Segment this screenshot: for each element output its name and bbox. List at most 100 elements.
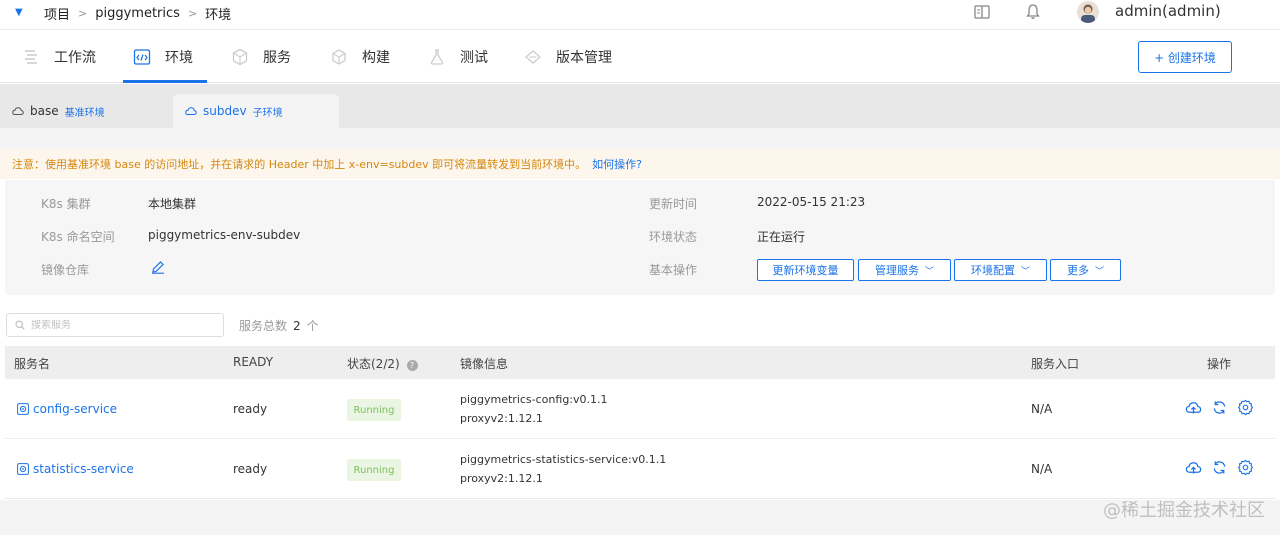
traffic-notice: 注意：使用基准环境 base 的访问地址，并在请求的 Header 中加上 x-… bbox=[0, 149, 1280, 179]
service-gear-icon bbox=[17, 463, 29, 475]
tab-service[interactable]: 服务 bbox=[231, 31, 291, 83]
avatar[interactable] bbox=[1077, 1, 1099, 23]
col-service-name: 服务名 bbox=[14, 357, 51, 371]
user-name[interactable]: admin(admin) bbox=[1115, 2, 1221, 20]
collapse-caret-icon[interactable]: ▼ bbox=[15, 7, 23, 18]
service-link-statistics[interactable]: statistics-service bbox=[17, 462, 134, 476]
cluster-value: 本地集群 bbox=[148, 197, 197, 211]
registry-label: 镜像仓库 bbox=[41, 263, 90, 277]
more-button[interactable]: 更多 ﹀ bbox=[1050, 259, 1121, 281]
tab-label: 工作流 bbox=[54, 50, 96, 66]
env-tab-tag: 基准环境 bbox=[64, 107, 105, 119]
op-label: 环境配置 bbox=[970, 264, 1015, 277]
status-value: 正在运行 bbox=[757, 230, 806, 244]
cluster-label: K8s 集群 bbox=[41, 197, 91, 211]
watermark: @稀土掘金技术社区 bbox=[1103, 500, 1265, 521]
service-table-header: 服务名 READY 状态(2/2) ? 镜像信息 服务入口 操作 bbox=[5, 346, 1275, 379]
cloud-icon bbox=[12, 107, 24, 115]
service-entry: N/A bbox=[1031, 462, 1053, 476]
env-config-button[interactable]: 环境配置 ﹀ bbox=[954, 259, 1047, 281]
image-line: piggymetrics-statistics-service:v0.1.1 bbox=[460, 453, 667, 466]
table-row: statistics-service ready Running piggyme… bbox=[5, 440, 1275, 499]
namespace-value: piggymetrics-env-subdev bbox=[148, 228, 301, 242]
row-actions bbox=[1185, 399, 1254, 416]
env-tab-name: subdev bbox=[203, 104, 247, 118]
service-search bbox=[6, 313, 224, 337]
manage-services-button[interactable]: 管理服务 ﹀ bbox=[858, 259, 951, 281]
ready-value: ready bbox=[233, 462, 268, 476]
help-icon[interactable]: ? bbox=[406, 360, 418, 371]
status-badge: Running bbox=[347, 459, 401, 481]
col-service-entry: 服务入口 bbox=[1031, 357, 1080, 371]
breadcrumb-separator: > bbox=[78, 7, 88, 20]
tab-label: 版本管理 bbox=[556, 50, 612, 66]
docs-book-icon[interactable] bbox=[973, 3, 991, 21]
cloud-upload-icon[interactable] bbox=[1185, 399, 1202, 416]
updated-label: 更新时间 bbox=[649, 197, 698, 211]
tab-build[interactable]: 构建 bbox=[330, 31, 390, 83]
tab-test[interactable]: 测试 bbox=[428, 31, 488, 83]
status-badge: Running bbox=[347, 399, 401, 421]
env-tab-name: base bbox=[30, 104, 59, 118]
updated-value: 2022-05-15 21:23 bbox=[757, 195, 866, 209]
env-tab-strip: base 基准环境 subdev 子环境 bbox=[0, 84, 1280, 128]
col-status-label: 状态(2/2) bbox=[347, 357, 400, 371]
op-label: 更多 bbox=[1066, 264, 1089, 277]
main-nav: 工作流 环境 服务 构建 测试 版本管理 + 创建环境 bbox=[0, 31, 1280, 83]
tab-workflow[interactable]: 工作流 bbox=[22, 31, 96, 83]
env-info-panel: K8s 集群 本地集群 K8s 命名空间 piggymetrics-env-su… bbox=[5, 180, 1275, 295]
image-info: piggymetrics-statistics-service:v0.1.1 p… bbox=[460, 450, 666, 488]
settings-gear-icon[interactable] bbox=[1237, 459, 1254, 476]
tab-label: 测试 bbox=[460, 50, 488, 66]
col-ready: READY bbox=[233, 355, 274, 369]
tab-label: 构建 bbox=[362, 50, 390, 66]
env-tab-panel-top bbox=[0, 128, 1280, 149]
service-icon bbox=[232, 48, 248, 66]
service-count-unit: 个 bbox=[306, 319, 319, 333]
ready-value: ready bbox=[233, 402, 268, 416]
tab-label: 环境 bbox=[165, 50, 193, 66]
bell-icon[interactable] bbox=[1024, 3, 1042, 21]
env-tab-subdev[interactable]: subdev 子环境 bbox=[173, 94, 339, 128]
tab-version[interactable]: 版本管理 bbox=[524, 31, 612, 83]
col-image-info: 镜像信息 bbox=[460, 357, 509, 371]
update-env-vars-button[interactable]: 更新环境变量 bbox=[757, 259, 854, 281]
row-actions bbox=[1185, 459, 1254, 476]
service-link-config[interactable]: config-service bbox=[17, 402, 117, 416]
env-tab-tag: 子环境 bbox=[252, 107, 283, 119]
namespace-label: K8s 命名空间 bbox=[41, 230, 115, 244]
env-tab-base[interactable]: base 基准环境 bbox=[0, 94, 170, 128]
image-info: piggymetrics-config:v0.1.1 proxyv2:1.12.… bbox=[460, 390, 608, 428]
service-count-label: 服务总数 bbox=[239, 319, 288, 333]
notice-text: 注意：使用基准环境 base 的访问地址，并在请求的 Header 中加上 x-… bbox=[12, 158, 587, 171]
chevron-down-icon: ﹀ bbox=[1094, 266, 1104, 277]
service-count-value: 2 bbox=[293, 319, 301, 333]
breadcrumb-item-piggymetrics[interactable]: piggymetrics bbox=[95, 6, 180, 21]
op-label: 管理服务 bbox=[874, 264, 919, 277]
chevron-down-icon: ﹀ bbox=[924, 266, 934, 277]
tab-environment[interactable]: 环境 bbox=[133, 31, 193, 83]
table-row: config-service ready Running piggymetric… bbox=[5, 380, 1275, 439]
workflow-icon bbox=[25, 50, 37, 64]
page-bottom-area bbox=[0, 500, 1280, 535]
notice-help-link[interactable]: 如何操作? bbox=[592, 156, 642, 172]
service-entry: N/A bbox=[1031, 402, 1053, 416]
service-gear-icon bbox=[17, 403, 29, 415]
search-input[interactable] bbox=[31, 319, 201, 331]
settings-gear-icon[interactable] bbox=[1237, 399, 1254, 416]
refresh-icon[interactable] bbox=[1211, 399, 1228, 416]
tab-label: 服务 bbox=[263, 50, 291, 66]
breadcrumb-separator: > bbox=[187, 7, 198, 20]
edit-pencil-icon[interactable] bbox=[151, 260, 165, 274]
status-label: 环境状态 bbox=[649, 230, 698, 244]
create-environment-button[interactable]: + 创建环境 bbox=[1138, 41, 1232, 73]
refresh-icon[interactable] bbox=[1211, 459, 1228, 476]
breadcrumb-item-project[interactable]: 项目 bbox=[44, 4, 70, 23]
col-status: 状态(2/2) ? bbox=[347, 355, 418, 372]
cloud-upload-icon[interactable] bbox=[1185, 459, 1202, 476]
service-count: 服务总数 2 个 bbox=[239, 317, 319, 334]
search-icon bbox=[15, 320, 25, 330]
service-name: statistics-service bbox=[33, 462, 134, 476]
breadcrumb-item-env: 环境 bbox=[205, 8, 232, 23]
top-bar: ▼ 项目 > piggymetrics > 环境 admin(admin) bbox=[0, 0, 1280, 30]
